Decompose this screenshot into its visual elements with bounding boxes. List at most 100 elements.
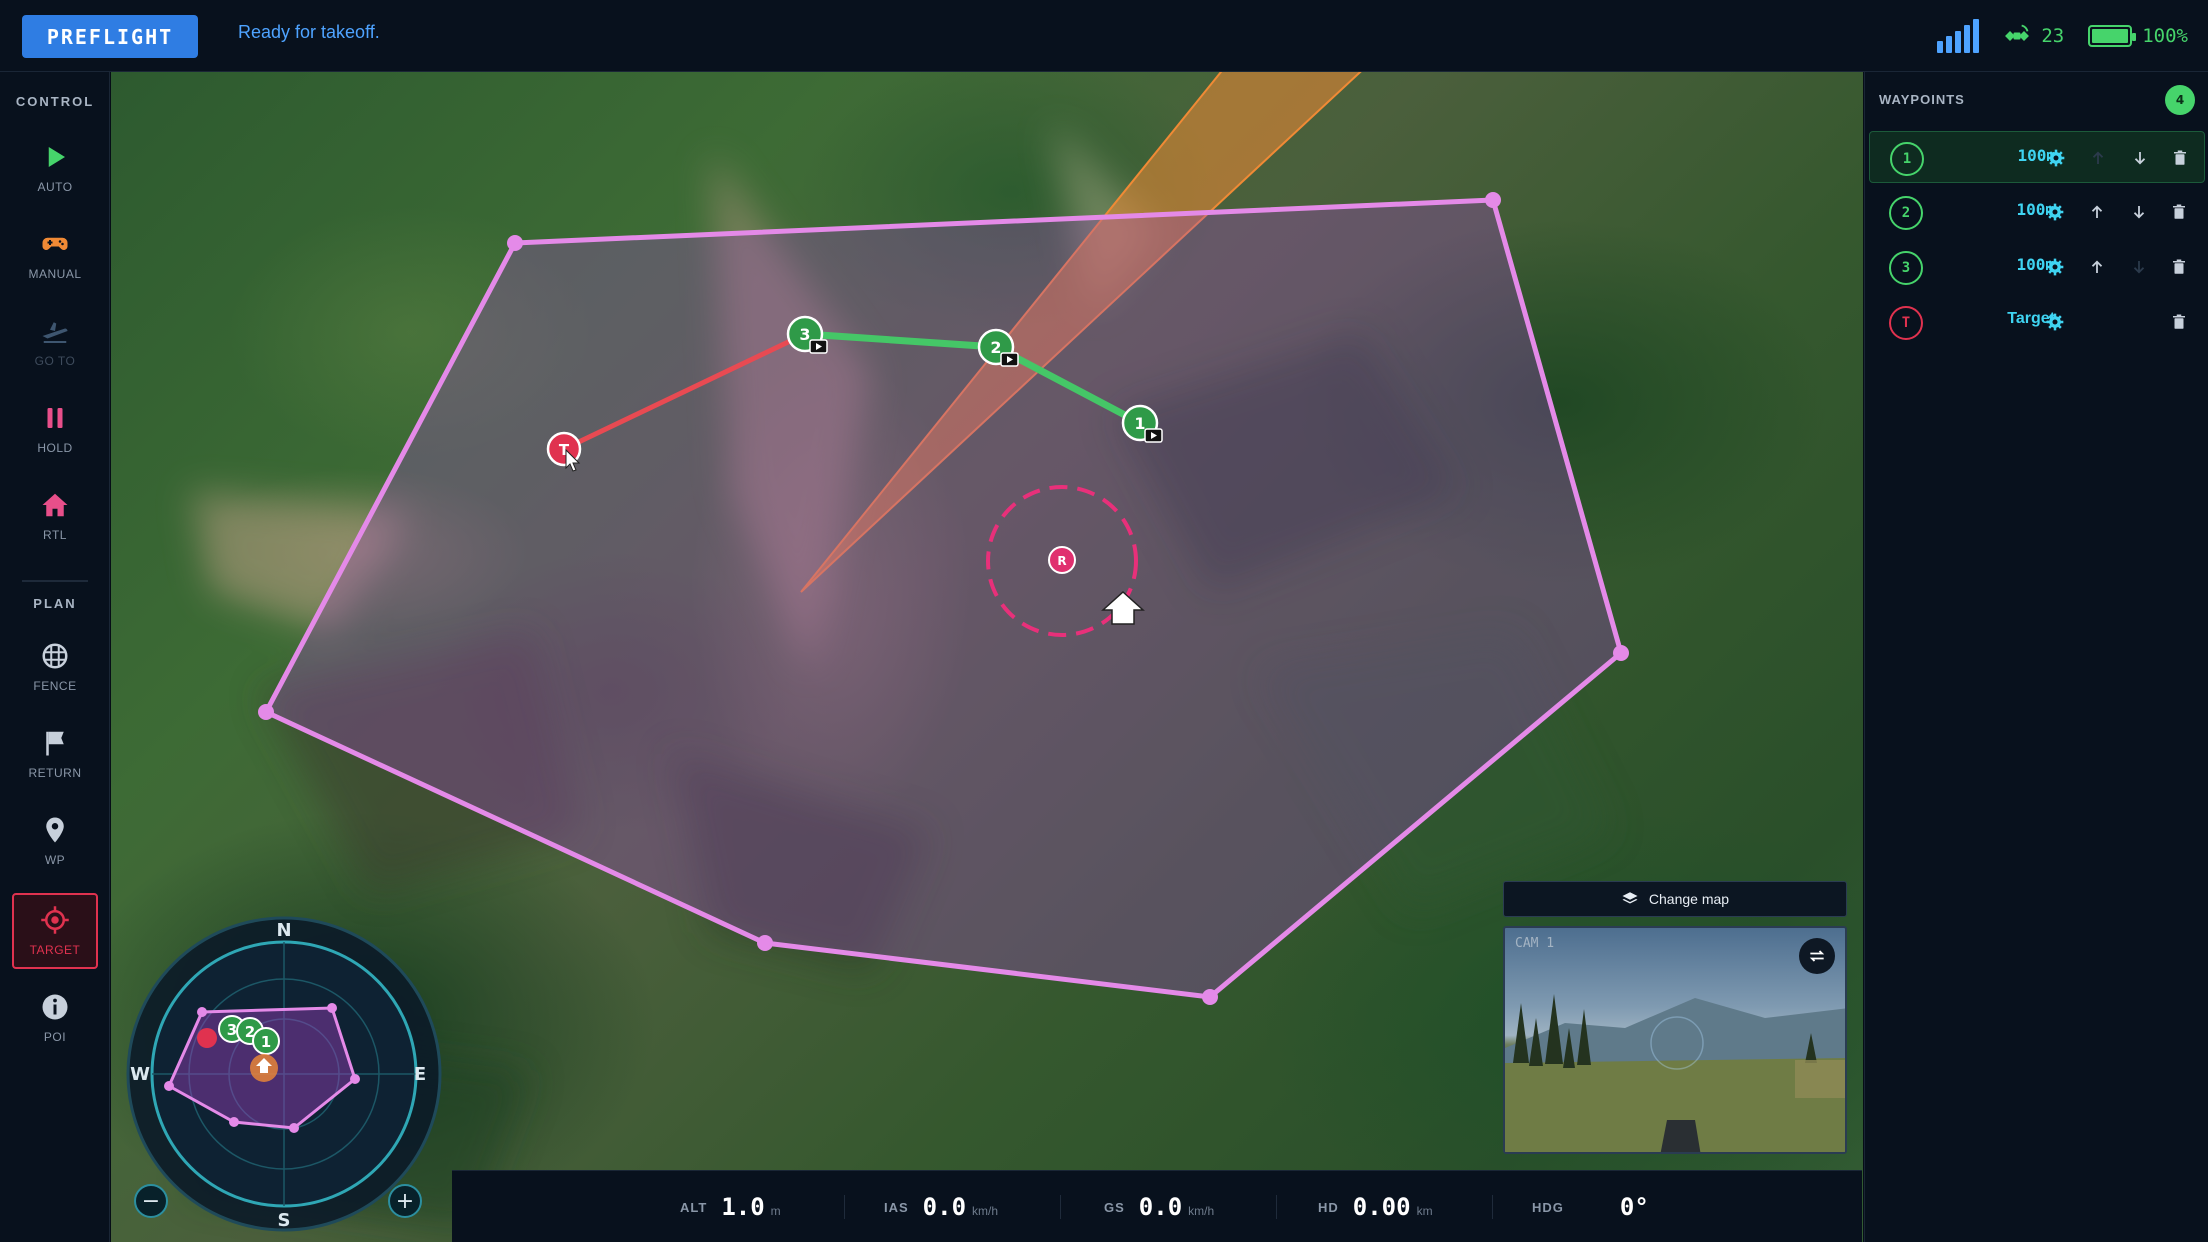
grid-icon (42, 643, 68, 669)
delete-trash-icon[interactable] (2167, 200, 2191, 224)
fence-vertex[interactable] (258, 704, 274, 720)
waypoint-badge: 3 (1889, 251, 1923, 285)
settings-gear-icon[interactable] (2043, 255, 2067, 279)
hd-unit: km (1416, 1204, 1433, 1218)
camera-label: CAM 1 (1515, 936, 1555, 951)
gs-value: 0.0 (1138, 1193, 1183, 1221)
target-name: Target (2007, 310, 2055, 327)
home-icon (42, 493, 68, 517)
move-up-arrow-icon[interactable] (2085, 200, 2109, 224)
telemetry-alt: ALT 1.0 m (680, 1171, 781, 1242)
battery-fill (2092, 29, 2129, 43)
fence-vertex[interactable] (1202, 989, 1218, 1005)
fence-vertex[interactable] (757, 935, 773, 951)
move-down-arrow-icon[interactable] (2127, 200, 2151, 224)
change-map-label: Change map (1648, 891, 1730, 907)
rtl-button[interactable]: RTL (12, 478, 98, 554)
waypoint-altitude[interactable]: 100m (1965, 200, 2055, 219)
target-badge: T (1889, 306, 1923, 340)
fence-vertex[interactable] (1485, 192, 1501, 208)
settings-gear-icon[interactable] (2043, 310, 2067, 334)
battery-status: 100% (2088, 25, 2188, 47)
minimap-wp1-label: 1 (261, 1033, 271, 1051)
manual-button[interactable]: MANUAL (12, 217, 98, 293)
satellite-count: 23 (2041, 25, 2065, 47)
waypoint-altitude[interactable]: 100m (1965, 255, 2055, 274)
move-down-arrow-icon[interactable] (2128, 146, 2152, 170)
move-down-arrow-icon[interactable] (2127, 255, 2151, 279)
waypoints-heading: WAYPOINTS (1879, 92, 1965, 107)
gs-key: GS (1104, 1199, 1125, 1215)
delete-trash-icon[interactable] (2167, 310, 2191, 334)
alt-unit: m (770, 1204, 781, 1218)
preflight-button[interactable]: PREFLIGHT (22, 15, 198, 58)
telemetry-bar: ALT 1.0 m IAS 0.0 km/h GS 0.0 km/h HD 0.… (452, 1170, 1862, 1242)
target-button[interactable]: TARGET (12, 893, 98, 969)
camera-feed[interactable]: CAM 1 (1503, 926, 1847, 1154)
auto-button[interactable]: AUTO (12, 130, 98, 206)
waypoint-badge: 1 (1890, 142, 1924, 176)
return-button[interactable]: RETURN (12, 716, 98, 792)
gs-unit: km/h (1188, 1204, 1215, 1218)
delete-trash-icon[interactable] (2167, 255, 2191, 279)
satellite-icon (2005, 24, 2030, 41)
telemetry-hdg: HDG 0° (1532, 1171, 1649, 1242)
zoom-in-button[interactable]: + (388, 1184, 422, 1218)
hold-button[interactable]: HOLD (12, 391, 98, 467)
settings-gear-icon[interactable] (2044, 146, 2068, 170)
zoom-out-button[interactable]: − (134, 1184, 168, 1218)
hdg-value: 0° (1619, 1193, 1649, 1221)
app-root: PREFLIGHT Ready for takeoff. 23 100% CON… (0, 0, 2208, 1242)
waypoint-row-3[interactable]: 3 100m (1869, 241, 2205, 293)
signal-strength-icon (1937, 19, 1980, 53)
delete-trash-icon[interactable] (2168, 146, 2192, 170)
top-bar: PREFLIGHT Ready for takeoff. 23 100% (0, 0, 2208, 72)
hd-value: 0.00 (1352, 1193, 1411, 1221)
swap-icon (1809, 950, 1825, 962)
ias-unit: km/h (972, 1204, 999, 1218)
plan-heading: PLAN (33, 596, 77, 611)
poi-label: POI (43, 1030, 67, 1044)
wp-button[interactable]: WP (12, 803, 98, 879)
fence-label: FENCE (33, 679, 77, 693)
change-map-button[interactable]: Change map (1503, 881, 1847, 917)
telemetry-ias: IAS 0.0 km/h (884, 1171, 998, 1242)
play-icon (48, 147, 65, 167)
move-up-arrow-icon[interactable] (2086, 146, 2110, 170)
ias-key: IAS (884, 1199, 909, 1215)
info-icon (42, 994, 68, 1020)
waypoint-altitude[interactable]: 100m (1966, 146, 2056, 165)
alt-value: 1.0 (721, 1193, 765, 1221)
waypoints-count-badge: 4 (2165, 85, 2195, 115)
hold-label: HOLD (37, 441, 73, 455)
waypoint-row-2[interactable]: 2 100m (1869, 186, 2205, 238)
waypoint-row-target[interactable]: T Target (1869, 296, 2205, 348)
sidebar-divider (22, 580, 88, 582)
gamepad-icon (42, 237, 68, 250)
hd-key: HD (1318, 1199, 1339, 1215)
telemetry-separator (844, 1195, 845, 1219)
status-indicators: 23 100% (1937, 18, 2188, 54)
poi-button[interactable]: POI (12, 980, 98, 1056)
settings-gear-icon[interactable] (2043, 200, 2067, 224)
goto-button[interactable]: GO TO (12, 304, 98, 380)
minimap-wp3-label: 3 (227, 1021, 237, 1039)
waypoint-1-label: 1 (1134, 414, 1145, 433)
rtl-label: RTL (43, 528, 67, 542)
compass-west: W (130, 1064, 150, 1085)
target-label: TARGET (29, 943, 81, 957)
manual-label: MANUAL (28, 267, 82, 281)
fence-vertex[interactable] (507, 235, 523, 251)
fence-vertex[interactable] (1613, 645, 1629, 661)
telemetry-separator (1276, 1195, 1277, 1219)
swap-view-button[interactable] (1799, 938, 1835, 974)
control-heading: CONTROL (15, 94, 95, 109)
waypoint-row-1[interactable]: 1 100m (1869, 131, 2205, 183)
compass-north: N (276, 920, 291, 941)
telemetry-hd: HD 0.00 km (1318, 1171, 1433, 1242)
move-up-arrow-icon[interactable] (2085, 255, 2109, 279)
compass-east: E (414, 1064, 426, 1085)
pause-icon (47, 408, 63, 428)
ias-value: 0.0 (922, 1193, 967, 1221)
fence-button[interactable]: FENCE (12, 629, 98, 705)
